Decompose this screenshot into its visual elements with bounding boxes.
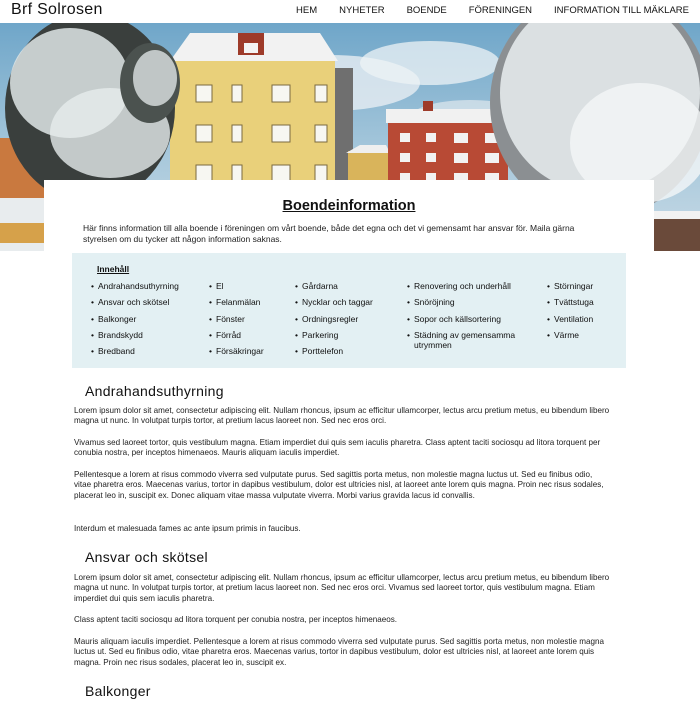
section-paragraph: Interdum et malesuada fames ac ante ipsu… [74, 524, 301, 533]
toc-link[interactable]: Värme [547, 330, 594, 340]
section-paragraph: Mauris aliquam iaculis imperdiet. Pellen… [74, 637, 604, 667]
toc-link[interactable]: Gårdarna [295, 281, 373, 291]
toc-link[interactable]: Balkonger [91, 314, 179, 324]
toc-link[interactable]: Ordningsregler [295, 314, 373, 324]
section-heading: Balkonger [85, 683, 151, 699]
toc-link[interactable]: Försäkringar [209, 346, 264, 356]
toc-column: Gårdarna Nycklar och taggar Ordningsregl… [295, 281, 373, 362]
top-bar: Brf Solrosen HEM NYHETER BOENDE FÖRENING… [0, 0, 700, 23]
toc-link[interactable]: Renovering och underhåll [407, 281, 532, 291]
toc-link[interactable]: Porttelefon [295, 346, 373, 356]
toc-link[interactable]: Störningar [547, 281, 594, 291]
toc-link[interactable]: Tvättstuga [547, 297, 594, 307]
nav-item-hem[interactable]: HEM [284, 0, 327, 23]
nav-item-maklare[interactable]: INFORMATION TILL MÄKLARE [542, 0, 700, 23]
nav-item-nyheter[interactable]: NYHETER [327, 0, 394, 23]
toc-column: El Felanmälan Fönster Förråd Försäkringa… [209, 281, 264, 362]
toc-link[interactable]: Ansvar och skötsel [91, 297, 179, 307]
section-paragraph: Pellentesque a lorem at risus commodo vi… [74, 470, 604, 500]
intro-text: Här finns information till alla boende i… [83, 223, 575, 244]
content-card: Boendeinformation Här finns information … [44, 180, 654, 710]
section-paragraph: Class aptent taciti sociosqu ad litora t… [74, 615, 398, 624]
toc-link[interactable]: Förråd [209, 330, 264, 340]
section-paragraph: Vivamus sed laoreet tortor, quis vestibu… [74, 438, 601, 458]
toc-link[interactable]: Sopor och källsortering [407, 314, 532, 324]
toc-link[interactable]: Brandskydd [91, 330, 179, 340]
toc-link[interactable]: Bredband [91, 346, 179, 356]
section-paragraph: Lorem ipsum dolor sit amet, consectetur … [74, 406, 610, 426]
toc-column: Renovering och underhåll Snöröjning Sopo… [407, 281, 532, 356]
page-title: Boendeinformation [282, 198, 416, 214]
toc-link[interactable]: Felanmälan [209, 297, 264, 307]
main-nav: HEM NYHETER BOENDE FÖRENINGEN INFORMATIO… [284, 0, 700, 23]
toc-column: Andrahandsuthyrning Ansvar och skötsel B… [91, 281, 179, 362]
nav-item-boende[interactable]: BOENDE [395, 0, 457, 23]
table-of-contents: Innehåll Andrahandsuthyrning Ansvar och … [72, 253, 626, 368]
toc-link[interactable]: Fönster [209, 314, 264, 324]
section-heading: Ansvar och skötsel [85, 549, 208, 565]
toc-link[interactable]: Ventilation [547, 314, 594, 324]
section-heading: Andrahandsuthyrning [85, 383, 224, 399]
toc-link[interactable]: Snöröjning [407, 297, 532, 307]
toc-link[interactable]: Andrahandsuthyrning [91, 281, 179, 291]
section-paragraph: Lorem ipsum dolor sit amet, consectetur … [74, 573, 610, 603]
toc-link[interactable]: El [209, 281, 264, 291]
toc-link[interactable]: Parkering [295, 330, 373, 340]
toc-title: Innehåll [97, 264, 130, 274]
toc-link[interactable]: Nycklar och taggar [295, 297, 373, 307]
toc-column: Störningar Tvättstuga Ventilation Värme [547, 281, 594, 346]
site-logo[interactable]: Brf Solrosen [11, 1, 103, 19]
toc-link[interactable]: Städning av gemensamma utrymmen [407, 330, 532, 350]
nav-item-foreningen[interactable]: FÖRENINGEN [457, 0, 542, 23]
